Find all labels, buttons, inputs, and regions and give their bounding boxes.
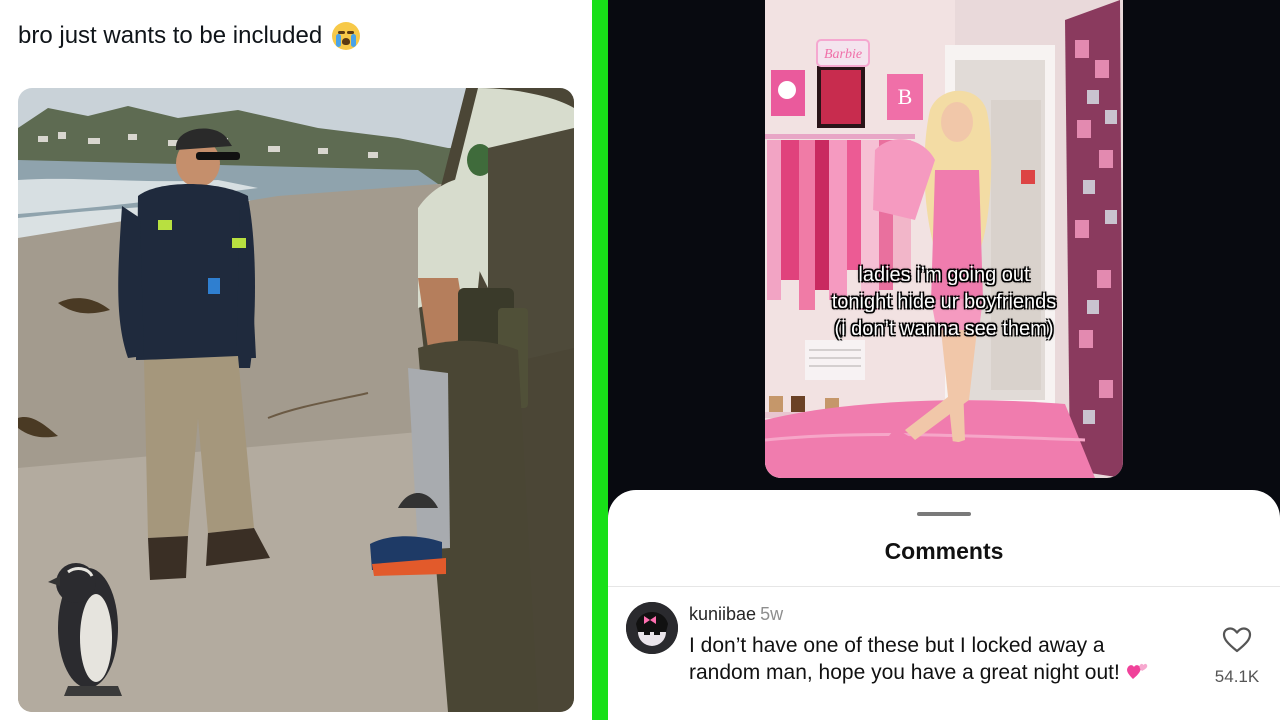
video-caption: ladies i’m going out tonight hide ur boy… <box>765 262 1123 343</box>
like-count: 54.1K <box>1214 667 1260 686</box>
two-hearts-emoji-icon <box>1126 663 1148 679</box>
caption-line: tonight hide ur boyfriends <box>831 291 1057 313</box>
comment-age: 5w <box>760 604 784 624</box>
tweet-text-row: bro just wants to be included <box>18 22 361 50</box>
tweet-photo[interactable] <box>18 88 574 712</box>
beach-photo-image <box>18 88 574 712</box>
comment-body: I don’t have one of these but I locked a… <box>689 632 1169 686</box>
tweet-panel: bro just wants to be included <box>0 0 592 720</box>
tweet-text: bro just wants to be included <box>18 22 323 49</box>
svg-text:B: B <box>898 84 913 109</box>
comments-sheet: Comments kuniibae 5w I don’t have one of … <box>608 490 1280 720</box>
caption-line: (i don’t wanna see them) <box>834 318 1054 340</box>
video-player[interactable]: B Barbie <box>765 0 1123 478</box>
comment-username[interactable]: kuniibae <box>689 604 756 624</box>
svg-text:Barbie: Barbie <box>824 47 862 62</box>
video-comments-panel: B Barbie ladies i’m going out tonight hi… <box>608 0 1280 720</box>
caption-line: ladies i’m going out <box>858 264 1030 286</box>
sheet-drag-handle[interactable] <box>917 512 971 516</box>
heart-like-icon[interactable] <box>1222 626 1252 654</box>
green-divider <box>592 0 608 720</box>
avatar-image <box>626 602 678 654</box>
loudly-crying-emoji-icon <box>332 22 361 50</box>
divider <box>608 586 1280 587</box>
comment-header: kuniibae 5w <box>689 604 783 625</box>
comment-text: I don’t have one of these but I locked a… <box>689 634 1120 684</box>
comments-title: Comments <box>884 538 1004 564</box>
video-frame-image: B Barbie <box>765 0 1123 478</box>
avatar[interactable] <box>626 602 678 654</box>
